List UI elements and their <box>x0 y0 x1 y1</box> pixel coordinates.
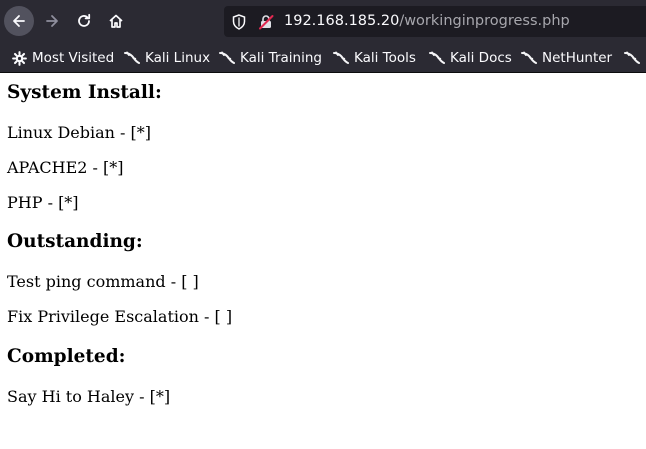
address-bar[interactable]: 192.168.185.20/workinginprogress.php <box>224 6 646 37</box>
kali-dragon-icon <box>521 50 537 66</box>
forward-button[interactable] <box>37 6 67 36</box>
bookmark-kali-training[interactable]: Kali Training <box>219 49 322 67</box>
url-text: 192.168.185.20/workinginprogress.php <box>284 13 570 30</box>
gear-icon <box>11 50 27 66</box>
bookmark-overflow[interactable] <box>624 49 645 67</box>
kali-dragon-icon <box>124 50 140 66</box>
list-item: Test ping command - [ ] <box>7 272 199 291</box>
bookmark-label: NetHunter <box>542 50 613 66</box>
list-item: Fix Privilege Escalation - [ ] <box>7 307 233 326</box>
url-host: 192.168.185.20 <box>284 13 400 29</box>
reload-icon <box>78 13 91 27</box>
arrow-left-icon <box>13 15 25 27</box>
bookmark-label: Kali Tools <box>354 50 416 66</box>
home-icon <box>109 14 123 28</box>
bookmarks-toolbar: Most Visited Kali Linux Kali Training Ka… <box>0 43 646 73</box>
bookmark-nethunter[interactable]: NetHunter <box>521 49 612 67</box>
bookmark-label: Kali Docs <box>450 50 512 66</box>
bookmark-kali-tools[interactable]: Kali Tools <box>333 49 416 67</box>
navigation-toolbar: 192.168.185.20/workinginprogress.php <box>0 0 646 43</box>
kali-dragon-icon <box>429 50 445 66</box>
bookmark-label: Kali Training <box>240 50 322 66</box>
page-content: System Install: Linux Debian - [*] APACH… <box>0 73 646 449</box>
list-item: PHP - [*] <box>7 193 79 212</box>
section-heading-system-install: System Install: <box>7 82 162 103</box>
bookmark-label: Kali Linux <box>145 50 211 66</box>
shield-icon[interactable] <box>231 14 247 30</box>
kali-dragon-icon <box>333 50 349 66</box>
kali-dragon-icon <box>624 50 640 66</box>
reload-button[interactable] <box>69 6 99 36</box>
kali-dragon-icon <box>219 50 235 66</box>
list-item: Say Hi to Haley - [*] <box>7 387 171 406</box>
list-item: Linux Debian - [*] <box>7 123 152 142</box>
section-heading-outstanding: Outstanding: <box>7 231 143 252</box>
bookmark-kali-linux[interactable]: Kali Linux <box>124 49 210 67</box>
home-button[interactable] <box>101 6 131 36</box>
list-item: APACHE2 - [*] <box>7 158 124 177</box>
bookmark-kali-docs[interactable]: Kali Docs <box>429 49 512 67</box>
arrow-right-icon <box>46 15 58 27</box>
back-button[interactable] <box>4 6 34 36</box>
bookmark-most-visited[interactable]: Most Visited <box>11 49 114 67</box>
url-path: /workinginprogress.php <box>399 13 570 29</box>
bookmark-label: Most Visited <box>32 50 115 66</box>
insecure-lock-icon[interactable] <box>258 14 274 30</box>
section-heading-completed: Completed: <box>7 346 126 367</box>
